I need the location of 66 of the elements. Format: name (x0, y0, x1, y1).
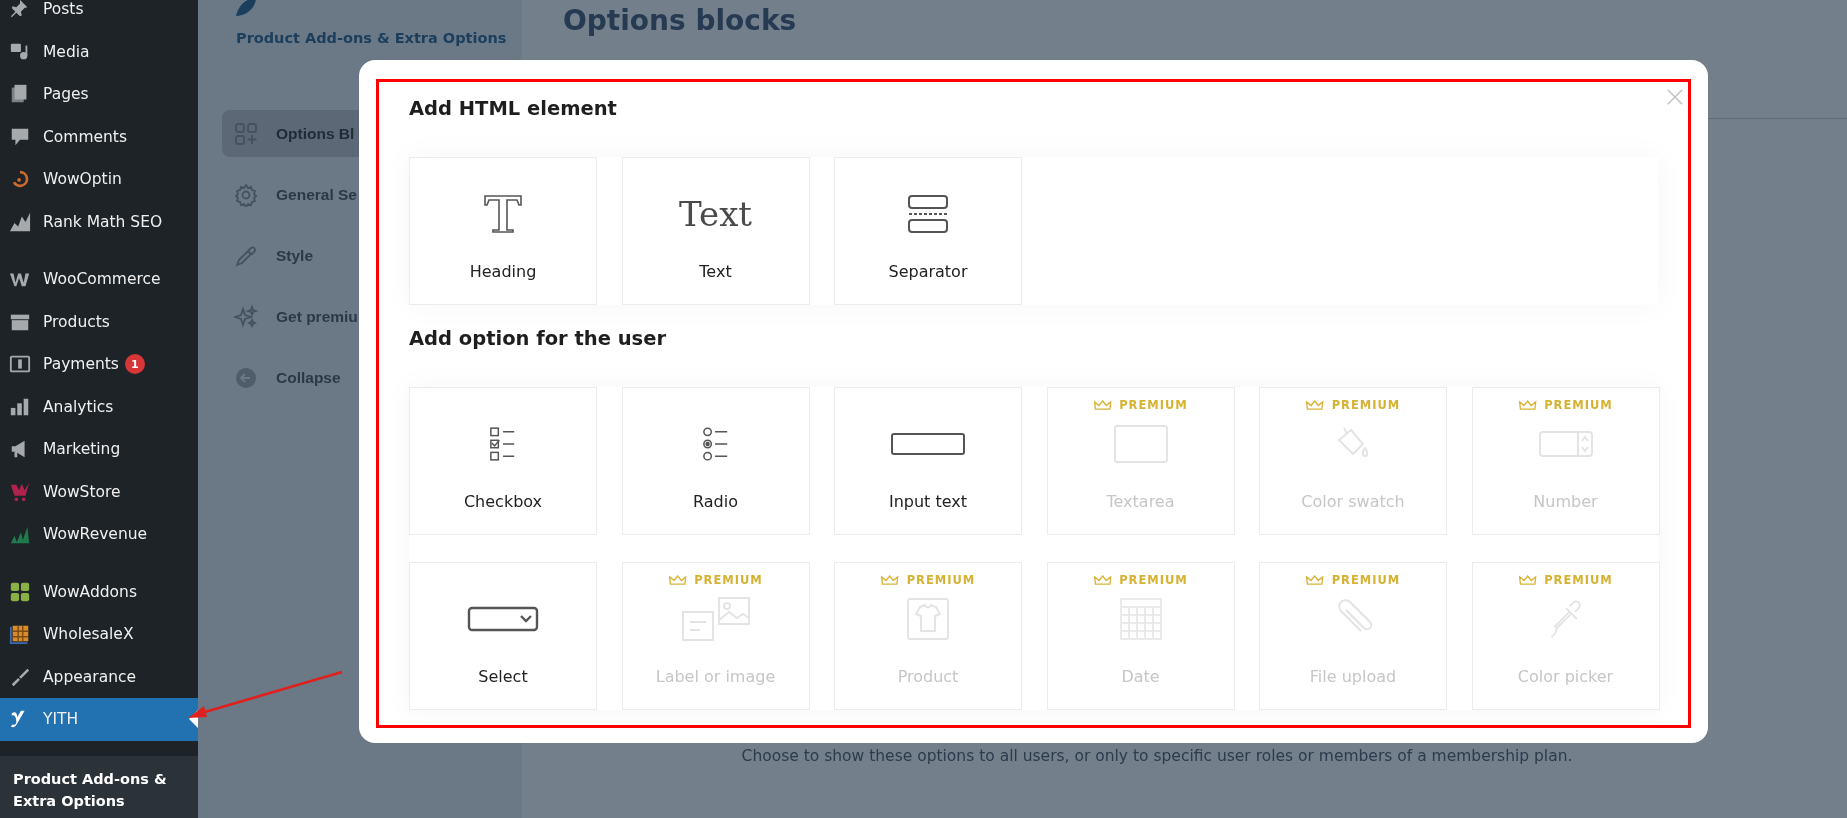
premium-label: PREMIUM (1119, 398, 1188, 412)
sidebar-item[interactable]: Pages (0, 73, 198, 116)
option-card[interactable]: Separator (834, 157, 1022, 305)
input-box-icon (891, 432, 965, 456)
submenu-item[interactable]: Product Add-ons & Extra Options (13, 767, 173, 812)
premium-label: PREMIUM (1119, 573, 1188, 587)
calendar-icon (1118, 597, 1163, 641)
grid-icon (9, 580, 31, 603)
sidebar-item[interactable]: WowAddons (0, 570, 198, 613)
dropper-icon (234, 243, 258, 268)
crown-icon (1305, 574, 1324, 586)
count-badge: 1 (124, 354, 145, 375)
premium-label: PREMIUM (1331, 398, 1401, 412)
premium-label: PREMIUM (1331, 573, 1401, 587)
sparkle-icon (234, 304, 258, 329)
crown-icon (1305, 399, 1324, 411)
radio-list-icon (701, 425, 730, 463)
crown-icon (1518, 574, 1537, 586)
crown-icon (668, 574, 687, 586)
textarea-icon (1112, 424, 1169, 464)
sidebar-item[interactable]: WholesaleX (0, 613, 198, 656)
text-glyph-icon: Text (679, 194, 752, 234)
sidebar-item[interactable]: Products (0, 300, 198, 343)
gear-icon (234, 182, 258, 207)
page-title: Options blocks (563, 4, 797, 37)
section-heading: Add option for the user (409, 326, 667, 352)
crown-icon (1518, 399, 1537, 411)
sidebar-item[interactable]: WowRevenue (0, 513, 198, 556)
description-text: Choose to show these options to all users, or only to specific user roles or members of a membership plan. (740, 746, 1574, 766)
heading-icon (481, 192, 525, 236)
sidebar-item[interactable]: WowOptin (0, 158, 198, 201)
option-card[interactable]: Checkbox (409, 387, 597, 535)
number-field-icon (1537, 429, 1594, 459)
sidebar-item[interactable]: Posts (0, 0, 198, 31)
sidebar-item[interactable]: Media (0, 30, 198, 73)
option-card[interactable]: Text Text (621, 157, 810, 305)
dropdown-icon (467, 606, 539, 632)
sidebar-item[interactable]: Rank Math SEO (0, 200, 198, 243)
option-card[interactable]: Radio (621, 387, 810, 535)
sidebar-item[interactable]: Comments (0, 115, 198, 158)
sidebar-item[interactable]: Appearance (0, 655, 198, 698)
sidebar-item[interactable]: Analytics (0, 385, 198, 428)
sidebar-item[interactable]: YITH (0, 698, 198, 741)
sidebar-item[interactable]: Marketing (0, 428, 198, 471)
crown-icon (880, 574, 899, 586)
crate-icon (9, 623, 31, 646)
close-button[interactable] (1666, 88, 1684, 106)
premium-label: PREMIUM (694, 573, 763, 587)
plugin-title: Product Add-ons & Extra Options (236, 30, 508, 46)
crown-icon (1093, 399, 1112, 411)
separator-icon (905, 194, 951, 234)
premium-label: PREMIUM (1544, 573, 1613, 587)
option-card[interactable]: Input text (834, 387, 1022, 535)
sidebar-item[interactable]: WowStore (0, 470, 198, 513)
sidebar-item[interactable]: Payments 1 (0, 343, 198, 386)
option-card[interactable]: Heading (409, 157, 597, 305)
premium-label: PREMIUM (906, 573, 976, 587)
close-icon (1666, 88, 1684, 106)
option-card[interactable]: Select (409, 562, 597, 710)
checklist-icon (489, 425, 517, 463)
grid-plus-icon (234, 121, 258, 146)
premium-label: PREMIUM (1544, 398, 1613, 412)
shirt-icon (906, 597, 950, 641)
sidebar-item[interactable]: WooCommerce (0, 258, 198, 301)
crown-icon (1093, 574, 1112, 586)
label-image-icon (680, 596, 751, 642)
